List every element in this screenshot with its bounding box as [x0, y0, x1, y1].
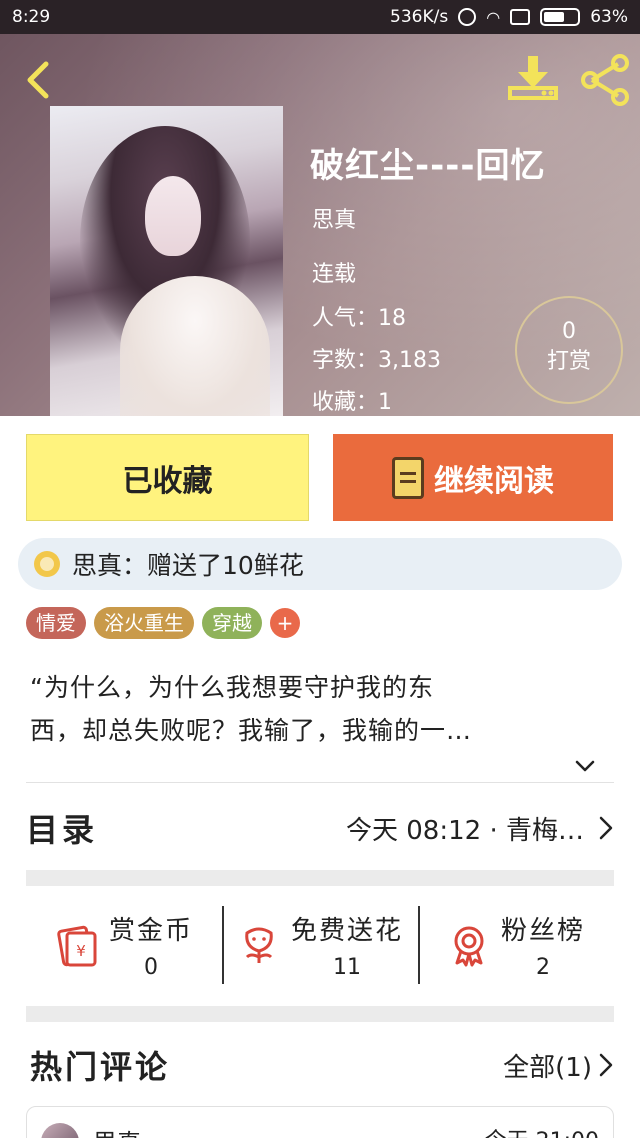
free-flowers-stat[interactable]: 免费送花 11 [222, 900, 418, 990]
catalog-row[interactable]: 目录 今天 08:12 · 青梅… [26, 790, 614, 866]
avatar[interactable] [41, 1123, 79, 1138]
red-envelope-icon: ¥ [55, 923, 99, 967]
svg-text:¥: ¥ [76, 942, 86, 960]
chevron-right-icon[interactable] [598, 1052, 614, 1078]
all-comments-link[interactable]: 全部(1) [503, 1047, 592, 1084]
tag-item[interactable]: 情爱 [26, 607, 86, 639]
stat-value: 0 [143, 955, 158, 980]
stat-label: 免费送花 [290, 916, 403, 946]
sim-icon [510, 9, 531, 25]
cover-art-face [145, 176, 201, 256]
continue-reading-button[interactable]: 继续阅读 [333, 434, 613, 521]
status-time: 8:29 [12, 7, 51, 27]
tag-item[interactable]: 浴火重生 [94, 607, 194, 639]
book-popularity: 人气：18 [312, 306, 406, 331]
share-icon [581, 54, 629, 106]
stat-text: 粉丝榜 2 [501, 910, 585, 980]
back-button[interactable] [18, 58, 58, 102]
reward-count: 0 [562, 319, 576, 344]
stat-text: 赏金币 0 [109, 910, 193, 980]
reward-coins-stat[interactable]: ¥ 赏金币 0 [26, 900, 222, 990]
catalog-title: 目录 [26, 811, 99, 849]
book-cover[interactable] [50, 106, 283, 416]
battery-fill [544, 12, 565, 22]
book-header: 破红尘----回忆 思真 连载 人气：18 字数：3,183 收藏：1 0 打赏 [0, 34, 640, 416]
book-favorites: 收藏：1 [312, 390, 392, 415]
net-speed: 536K/s [390, 7, 449, 27]
flower-icon [237, 923, 281, 967]
comment-card[interactable]: 思真 今天 21:00 [26, 1106, 614, 1138]
stat-text: 免费送花 11 [291, 910, 403, 980]
download-icon [508, 56, 558, 100]
gift-icon [34, 551, 60, 577]
wifi-icon: ◠ [486, 7, 501, 27]
comments-header: 热门评论 全部(1) [30, 1040, 614, 1090]
chevron-down-icon [575, 760, 595, 772]
book-detail-page: 8:29 536K/s ◠ 63% 破红尘----回忆 思真 连载 人气：18 … [0, 0, 640, 1138]
gift-banner[interactable]: 思真 ：赠送了10鲜花 [18, 538, 622, 590]
tag-item[interactable]: 穿越 [202, 607, 262, 639]
book-word-count: 字数：3,183 [312, 348, 441, 373]
expand-description-button[interactable] [574, 758, 596, 774]
status-bar: 8:29 536K/s ◠ 63% [0, 0, 640, 34]
section-separator [26, 1006, 614, 1022]
book-author[interactable]: 思真 [312, 202, 356, 234]
section-separator [26, 870, 614, 886]
collected-button[interactable]: 已收藏 [26, 434, 309, 521]
alarm-icon [458, 8, 477, 26]
stat-value: 11 [332, 955, 361, 980]
chevron-right-icon [598, 815, 614, 841]
download-button[interactable] [506, 54, 560, 106]
gift-text: ：赠送了10鲜花 [122, 551, 304, 580]
stat-label: 粉丝榜 [500, 916, 585, 946]
share-button[interactable] [578, 54, 632, 106]
gift-user: 思真 [72, 551, 123, 580]
divider [26, 782, 614, 783]
comment-time: 今天 21:00 [485, 1123, 599, 1138]
collected-label: 已收藏 [122, 463, 213, 499]
battery-percent: 63% [590, 7, 628, 27]
latest-chapter: 今天 08:12 · 青梅… [346, 815, 584, 846]
book-description[interactable]: “为什么，为什么我想要守护我的东 西，却总失败呢？我输了，我输的一… [30, 666, 586, 752]
medal-icon [447, 923, 491, 967]
stat-value: 2 [535, 955, 550, 980]
fan-ranking-stat[interactable]: 粉丝榜 2 [418, 900, 614, 990]
battery-icon [540, 8, 581, 26]
reward-label: 打赏 [546, 349, 591, 374]
chevron-left-icon [27, 61, 49, 99]
comment-user[interactable]: 思真 [93, 1123, 485, 1138]
book-icon [392, 456, 424, 499]
stat-label: 赏金币 [108, 916, 193, 946]
book-title: 破红尘----回忆 [310, 146, 546, 186]
book-status: 连载 [312, 262, 357, 287]
add-tag-button[interactable]: + [270, 608, 300, 638]
continue-label: 继续阅读 [434, 463, 554, 499]
description-line: “为什么，为什么我想要守护我的东 [30, 673, 434, 702]
tag-list: 情爱 浴火重生 穿越 + [26, 607, 300, 639]
reward-button[interactable]: 0 打赏 [515, 296, 623, 404]
cover-art-dress [120, 276, 270, 416]
status-right: 536K/s ◠ 63% [390, 7, 628, 27]
comments-title: 热门评论 [30, 1048, 171, 1086]
description-line: 西，却总失败呢？我输了，我输的一… [30, 716, 473, 745]
stats-row: ¥ 赏金币 0 免费送花 11 粉丝榜 2 [26, 900, 614, 990]
